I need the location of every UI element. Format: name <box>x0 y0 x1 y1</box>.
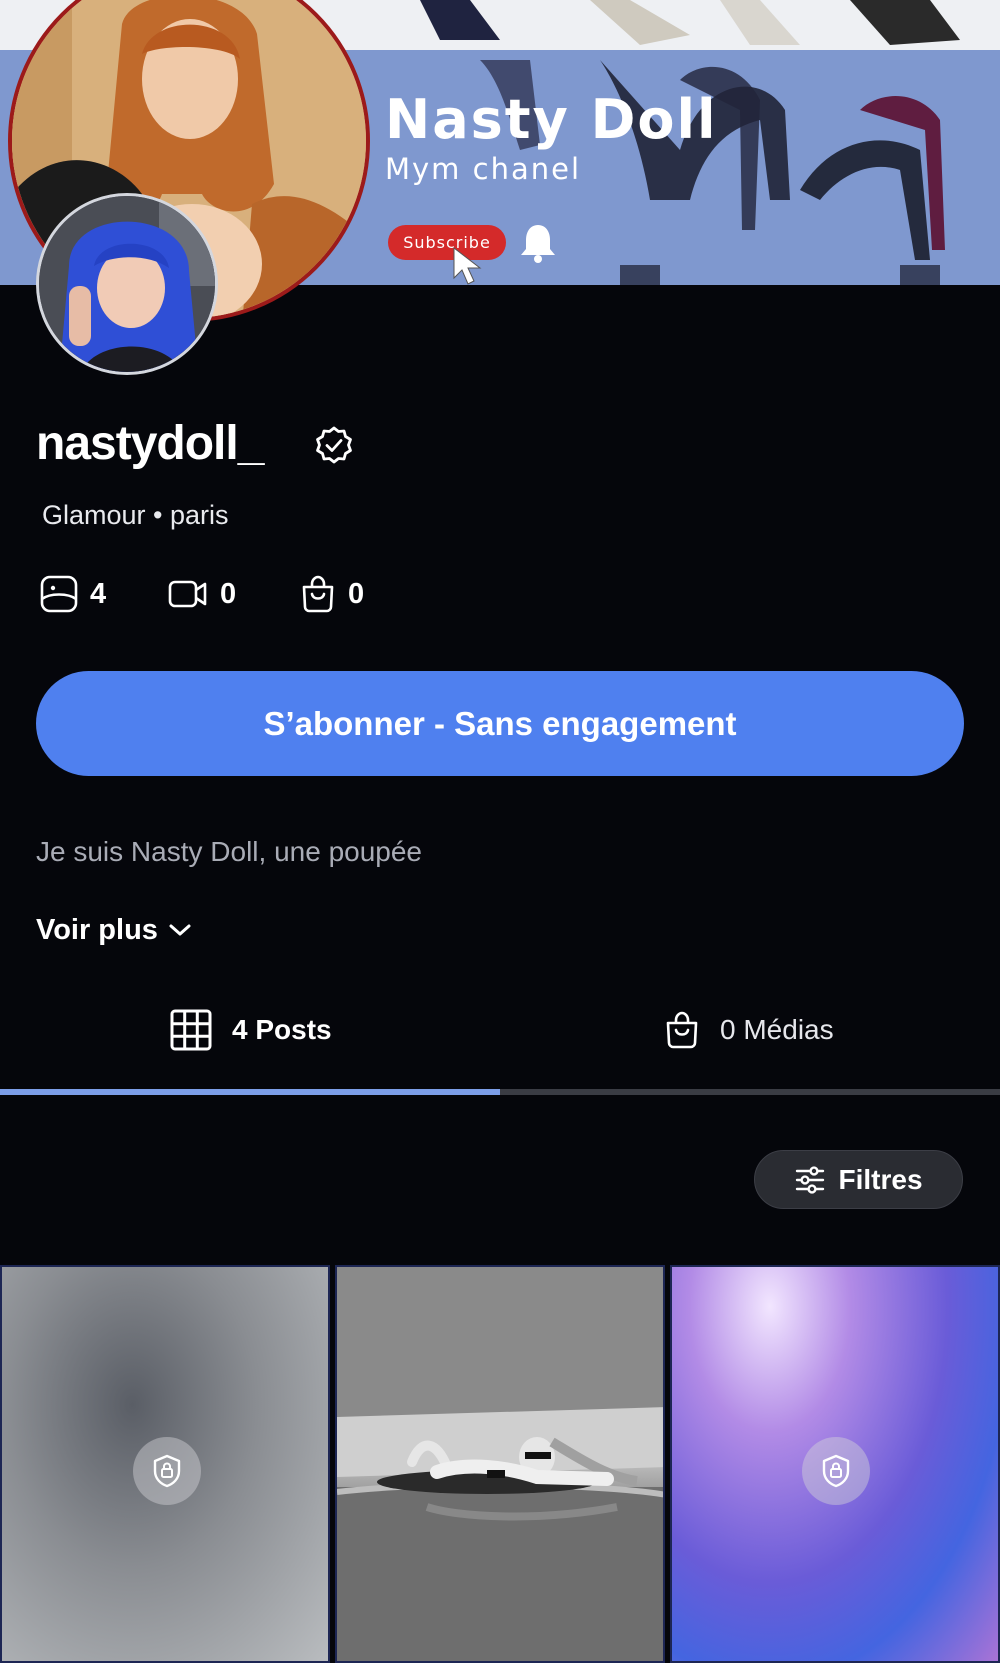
voir-plus-button[interactable]: Voir plus <box>36 910 192 950</box>
sliders-icon <box>796 1165 825 1194</box>
banner-subscribe-graphic: Subscribe <box>388 225 506 260</box>
stat-shop: 0 <box>300 573 364 615</box>
subscribe-button[interactable]: S’abonner - Sans engagement <box>36 671 964 776</box>
lock-shield-icon <box>822 1454 850 1488</box>
filters-button[interactable]: Filtres <box>754 1150 963 1209</box>
chevron-down-icon <box>169 924 191 936</box>
tab-underline-active <box>0 1089 500 1095</box>
post-thumbnail-locked[interactable] <box>670 1265 1000 1663</box>
verified-badge-icon <box>316 426 352 464</box>
shopping-bag-icon <box>666 1011 698 1049</box>
filters-label: Filtres <box>838 1163 923 1195</box>
bio-fade-overlay <box>36 870 1000 890</box>
username: nastydoll_ <box>36 417 264 470</box>
voir-plus-label: Voir plus <box>36 913 158 946</box>
profile-subtitle: Glamour • paris <box>42 500 229 530</box>
lock-badge <box>133 1437 201 1505</box>
stat-videos: 0 <box>168 573 236 615</box>
tab-posts[interactable]: 4 Posts <box>170 1005 332 1055</box>
lock-badge <box>802 1437 870 1505</box>
lock-shield-icon <box>153 1454 181 1488</box>
banner-subtitle: Mym chanel <box>385 152 582 186</box>
tab-medias[interactable]: 0 Médias <box>664 1005 834 1055</box>
shopping-bag-icon <box>302 575 334 613</box>
grid-icon <box>170 1009 212 1051</box>
stat-videos-count: 0 <box>220 577 237 610</box>
stat-photos-count: 4 <box>90 577 107 610</box>
post-photo-image <box>337 1267 663 1661</box>
tab-medias-label: 0 Médias <box>720 1014 834 1045</box>
stat-photos: 4 <box>40 573 106 615</box>
avatar[interactable] <box>36 193 218 375</box>
stat-shop-count: 0 <box>348 577 365 610</box>
banner-title: Nasty Doll <box>385 88 718 151</box>
post-thumbnail-photo[interactable] <box>335 1265 665 1663</box>
photo-icon <box>40 575 78 613</box>
post-thumbnail-locked[interactable] <box>0 1265 330 1663</box>
bell-icon <box>521 225 555 263</box>
video-camera-icon <box>168 580 207 608</box>
tab-posts-label: 4 Posts <box>232 1014 332 1045</box>
cursor-arrow-icon <box>453 246 482 285</box>
profile-bio: Je suis Nasty Doll, une poupée <box>36 836 422 867</box>
avatar-image <box>39 196 215 372</box>
